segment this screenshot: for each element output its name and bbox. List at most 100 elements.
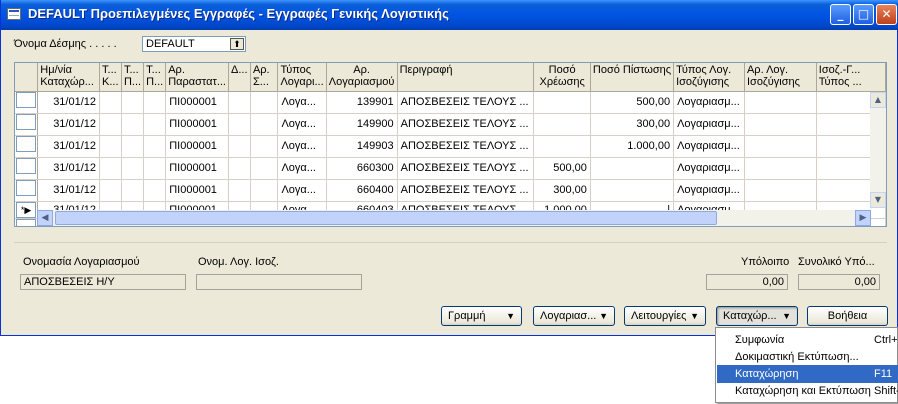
- row-marker-icon[interactable]: [16, 135, 37, 152]
- table-cell[interactable]: [533, 91, 591, 114]
- table-cell[interactable]: [121, 157, 145, 180]
- close-button[interactable]: ✕: [876, 4, 897, 25]
- table-cell[interactable]: Λογα...: [277, 91, 327, 114]
- table-cell[interactable]: Λογα...: [277, 157, 327, 180]
- scroll-left-icon[interactable]: ◀: [37, 210, 53, 226]
- column-header[interactable]: Ποσό Πίστωσης: [590, 63, 675, 92]
- column-header[interactable]: [15, 63, 39, 92]
- table-cell[interactable]: [99, 135, 122, 158]
- table-cell[interactable]: Λογα...: [277, 113, 327, 136]
- table-cell[interactable]: 31/01/12: [37, 91, 101, 114]
- row-selector[interactable]: [15, 157, 39, 180]
- table-cell[interactable]: [121, 113, 145, 136]
- table-cell[interactable]: Λογαριασμ...: [673, 113, 745, 136]
- table-cell[interactable]: [744, 157, 817, 180]
- table-cell[interactable]: ΑΠΟΣΒΕΣΕΙΣ ΤΕΛΟΥΣ ...: [397, 113, 535, 136]
- table-cell[interactable]: 660400: [326, 179, 398, 202]
- table-cell[interactable]: ΑΠΟΣΒΕΣΕΙΣ ΤΕΛΟΥΣ ...: [397, 179, 535, 202]
- table-cell[interactable]: [121, 135, 145, 158]
- table-row[interactable]: 31/01/12 ΠΙ000001 Λογα... 660400 ΑΠΟΣΒΕΣΕΙΣ …: [15, 179, 886, 202]
- table-cell[interactable]: [590, 157, 675, 180]
- row-marker-icon[interactable]: [16, 157, 37, 174]
- scroll-up-icon[interactable]: ▲: [870, 92, 886, 108]
- table-cell[interactable]: [228, 91, 251, 114]
- column-header[interactable]: Τ... Π...: [143, 63, 167, 92]
- table-row[interactable]: 31/01/12 ΠΙ000001 Λογα... 149900 ΑΠΟΣΒΕΣΕΙΣ …: [15, 113, 886, 136]
- scroll-down-icon[interactable]: ▼: [870, 192, 886, 208]
- table-cell[interactable]: 149900: [326, 113, 398, 136]
- table-cell[interactable]: [143, 135, 167, 158]
- table-cell[interactable]: ΑΠΟΣΒΕΣΕΙΣ ΤΕΛΟΥΣ ...: [397, 91, 535, 114]
- table-cell[interactable]: [228, 135, 251, 158]
- column-header[interactable]: Τύπος Λογ. Ισοζύγισης: [673, 63, 745, 92]
- table-cell[interactable]: [228, 179, 251, 202]
- table-cell[interactable]: [744, 113, 817, 136]
- table-cell[interactable]: ΠΙ000001: [165, 135, 229, 158]
- batch-name-field[interactable]: DEFAULT ⬆: [142, 36, 246, 52]
- table-cell[interactable]: [99, 113, 122, 136]
- table-cell[interactable]: [143, 179, 167, 202]
- table-cell[interactable]: ΠΙ000001: [165, 113, 229, 136]
- table-cell[interactable]: Λογαριασμ...: [673, 179, 745, 202]
- table-cell[interactable]: [250, 179, 279, 202]
- table-cell[interactable]: [143, 91, 167, 114]
- lookup-arrow-icon[interactable]: ⬆: [230, 38, 244, 50]
- row-selector[interactable]: [15, 113, 39, 136]
- help-button[interactable]: Βοήθεια: [807, 306, 888, 326]
- table-cell[interactable]: 300,00: [590, 113, 675, 136]
- table-cell[interactable]: [228, 157, 251, 180]
- row-marker-icon[interactable]: [16, 179, 37, 196]
- title-bar[interactable]: DEFAULT Προεπιλεγμένες Εγγραφές - Εγγραφ…: [1, 0, 898, 30]
- table-cell[interactable]: [744, 91, 817, 114]
- minimize-button[interactable]: _: [830, 4, 851, 25]
- column-header[interactable]: Αρ. Παραστατ...: [165, 63, 229, 92]
- table-cell[interactable]: 660300: [326, 157, 398, 180]
- table-cell[interactable]: [121, 179, 145, 202]
- table-cell[interactable]: 1.000,00: [590, 135, 675, 158]
- table-cell[interactable]: ΠΙ000001: [165, 91, 229, 114]
- row-marker-icon[interactable]: [16, 218, 37, 226]
- table-cell[interactable]: [533, 113, 591, 136]
- row-selector[interactable]: [15, 135, 39, 158]
- column-header[interactable]: Δ...: [228, 63, 251, 92]
- horizontal-scroll-thumb[interactable]: [55, 211, 717, 225]
- menu-item-post[interactable]: Καταχώρηση F11: [717, 365, 898, 383]
- table-cell[interactable]: [99, 91, 122, 114]
- line-button[interactable]: Γραμμή ▼: [441, 306, 522, 326]
- table-cell[interactable]: ΠΙ000001: [165, 179, 229, 202]
- column-header[interactable]: Αρ. Λογ. Ισοζύγισης: [744, 63, 817, 92]
- menu-item-post-and-print[interactable]: Καταχώρηση και Εκτύπωση Shift-: [717, 382, 898, 400]
- table-cell[interactable]: Λογαριασμ...: [673, 91, 745, 114]
- row-marker-icon[interactable]: [16, 91, 37, 108]
- table-cell[interactable]: [744, 135, 817, 158]
- table-cell[interactable]: 500,00: [533, 157, 591, 180]
- table-cell[interactable]: 31/01/12: [37, 179, 101, 202]
- account-button[interactable]: Λογαριασ... ▼: [533, 306, 615, 326]
- functions-button[interactable]: Λειτουργίες ▼: [624, 306, 706, 326]
- table-cell[interactable]: [533, 135, 591, 158]
- column-header[interactable]: Αρ. Σ...: [250, 63, 279, 92]
- horizontal-scrollbar[interactable]: ◀ ▶: [37, 210, 871, 226]
- table-cell[interactable]: 31/01/12: [37, 113, 101, 136]
- maximize-button[interactable]: □: [853, 4, 874, 25]
- table-cell[interactable]: Λογα...: [277, 135, 327, 158]
- table-cell[interactable]: 500,00: [590, 91, 675, 114]
- table-cell[interactable]: Λογαριασμ...: [673, 135, 745, 158]
- table-row[interactable]: 31/01/12 ΠΙ000001 Λογα... 149903 ΑΠΟΣΒΕΣΕΙΣ …: [15, 135, 886, 158]
- table-cell[interactable]: ΑΠΟΣΒΕΣΕΙΣ ΤΕΛΟΥΣ ...: [397, 157, 535, 180]
- menu-item-reconcile[interactable]: Συμφωνία Ctrl+: [717, 331, 898, 349]
- table-cell[interactable]: [250, 135, 279, 158]
- row-selector[interactable]: *▶: [15, 201, 39, 219]
- table-cell[interactable]: ΑΠΟΣΒΕΣΕΙΣ ΤΕΛΟΥΣ ...: [397, 135, 535, 158]
- table-cell[interactable]: 31/01/12: [37, 157, 101, 180]
- table-cell[interactable]: [143, 113, 167, 136]
- table-cell[interactable]: 139901: [326, 91, 398, 114]
- row-selector[interactable]: [15, 218, 39, 226]
- row-marker-icon[interactable]: *▶: [16, 201, 37, 217]
- column-header[interactable]: Τ... Κ...: [99, 63, 122, 92]
- table-cell[interactable]: 149903: [326, 135, 398, 158]
- table-cell[interactable]: [228, 113, 251, 136]
- table-cell[interactable]: [744, 179, 817, 202]
- table-cell[interactable]: [250, 91, 279, 114]
- column-header[interactable]: Τ... Π...: [121, 63, 145, 92]
